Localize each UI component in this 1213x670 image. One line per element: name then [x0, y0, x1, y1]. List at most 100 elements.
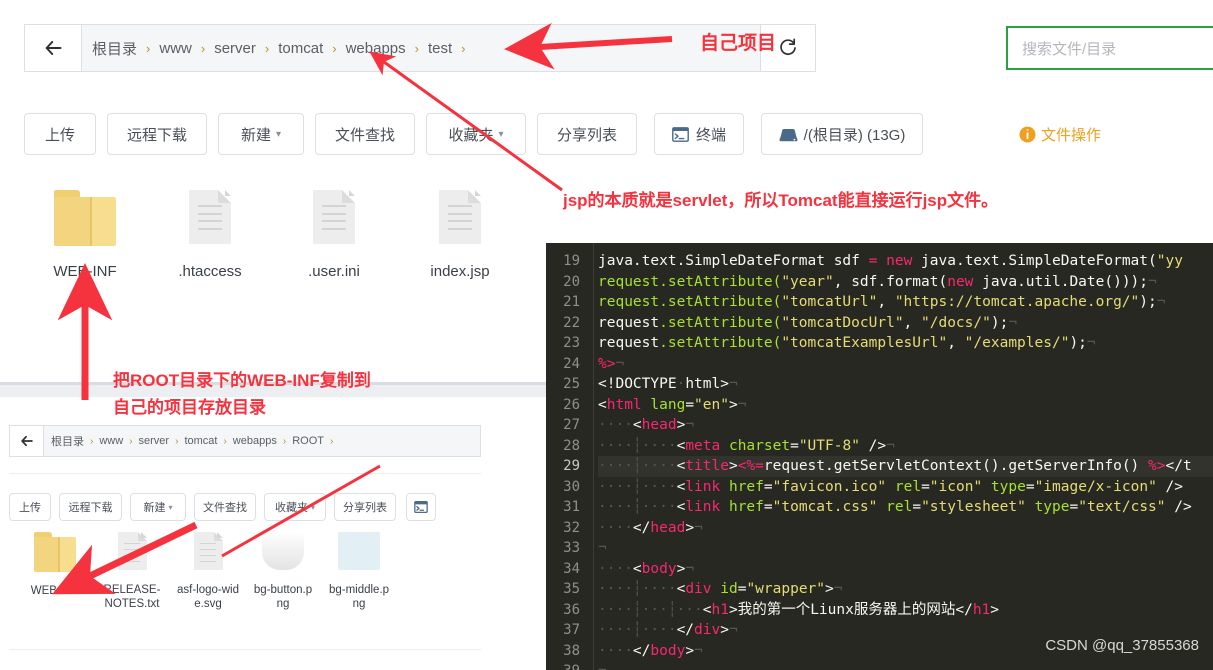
crumb-top-4[interactable]: webapps [346, 40, 406, 57]
crumb-bottom-2[interactable]: server [139, 435, 170, 447]
crumb-top-0[interactable]: 根目录 [92, 38, 137, 59]
favorites-button-bottom[interactable]: 收藏夹 ▾ [264, 493, 326, 521]
code-token: </ [632, 642, 651, 659]
code-line[interactable]: ····┆···┆···<h1>我的第一个Liunx服务器上的网站</h1> [598, 600, 1213, 621]
code-token: id [720, 581, 738, 597]
code-line[interactable]: ¬ [598, 538, 1213, 559]
file-item-release-notes[interactable]: RELEASE-NOTES.txt [100, 532, 164, 612]
search-input-top[interactable]: 搜索文件/目录 [1006, 26, 1213, 70]
share-list-button[interactable]: 分享列表 [537, 113, 637, 155]
code-line[interactable]: request.setAttribute("tomcatExamplesUrl"… [598, 333, 1213, 354]
file-item-web-inf-top[interactable]: WEB-INF [40, 190, 130, 282]
code-token: > [685, 519, 695, 536]
back-button-bottom[interactable] [10, 426, 44, 456]
code-token: request [598, 314, 660, 331]
terminal-label: 终端 [695, 126, 726, 144]
code-token: = [763, 499, 773, 515]
new-label: 新建 [240, 126, 271, 144]
code-token: body [650, 642, 686, 659]
code-token: "tomcatUrl" [781, 294, 878, 310]
code-line[interactable]: ¬ [598, 661, 1213, 670]
file-item-asf-logo[interactable]: asf-logo-wide.svg [176, 532, 240, 612]
code-token: = [1025, 478, 1035, 495]
line-number: 34 [563, 560, 580, 577]
crumb-bottom-1[interactable]: www [99, 435, 123, 447]
code-token: = [859, 253, 887, 269]
terminal-button[interactable]: 终端 [654, 113, 744, 155]
disk-root-button[interactable]: /(根目录) (13G) [761, 113, 923, 155]
upload-button-bottom[interactable]: 上传 [9, 493, 51, 521]
code-token: link [685, 499, 721, 515]
code-line[interactable]: %>¬ [598, 354, 1213, 375]
file-item-web-inf-bottom[interactable]: WEB-INF [20, 532, 90, 598]
share-list-button-bottom[interactable]: 分享列表 [334, 493, 396, 521]
code-line[interactable]: request.setAttribute("tomcatDocUrl", "/d… [598, 313, 1213, 334]
crumb-bottom-3[interactable]: tomcat [184, 435, 217, 447]
file-item-index-jsp[interactable]: index.jsp [412, 190, 508, 282]
new-button[interactable]: 新建 ▾ [218, 113, 304, 155]
code-token: <!DOCTYPE [598, 376, 677, 392]
favorites-button[interactable]: 收藏夹 ▾ [426, 113, 526, 155]
file-item-htaccess[interactable]: .htaccess [164, 190, 256, 282]
crumb-bottom-5[interactable]: ROOT [292, 435, 324, 447]
code-line[interactable]: java.text.SimpleDateFormat sdf = new jav… [598, 251, 1213, 272]
code-line[interactable]: <html lang="en">¬ [598, 395, 1213, 416]
code-line[interactable]: ····<body>¬ [598, 559, 1213, 580]
code-token: ····┆···· [598, 458, 677, 474]
code-line[interactable]: ····</head>¬ [598, 518, 1213, 539]
code-token: .setAttribute( [659, 335, 782, 351]
crumb-top-5[interactable]: test [428, 40, 452, 57]
line-number: 32 [563, 519, 580, 536]
breadcrumb-path-bottom: 根目录 › www › server › tomcat › webapps › … [44, 426, 346, 456]
line-number: 24 [563, 355, 580, 372]
back-button-top[interactable] [25, 25, 82, 71]
crumb-top-2[interactable]: server [214, 40, 256, 57]
code-token: = [1069, 499, 1079, 515]
line-number: 27 [563, 417, 580, 433]
code-line[interactable]: request.setAttribute("year", sdf.format(… [598, 272, 1213, 293]
code-token: /> [1156, 478, 1183, 495]
remote-download-button[interactable]: 远程下载 [107, 113, 207, 155]
file-item-bg-button[interactable]: bg-button.png [252, 532, 314, 612]
crumb-top-1[interactable]: www [159, 40, 192, 57]
code-token: new [886, 253, 913, 269]
code-editor[interactable]: 19 20 21 22 23 24 25 26 27 28 29 30 31 32 33 34 35 36 37 38… [546, 243, 1213, 670]
code-line[interactable]: ····┆····<link href="favicon.ico" rel="i… [598, 477, 1213, 498]
code-line[interactable]: request.setAttribute("tomcatUrl", "https… [598, 292, 1213, 313]
crumb-bottom-0[interactable]: 根目录 [51, 433, 84, 449]
upload-label: 上传 [44, 126, 75, 144]
file-item-user-ini[interactable]: .user.ini [288, 190, 380, 282]
line-number: 26 [563, 396, 580, 413]
file-item-bg-middle[interactable]: bg-middle.png [328, 532, 390, 612]
file-search-button-bottom[interactable]: 文件查找 [194, 493, 256, 521]
crumb-top-3[interactable]: tomcat [278, 40, 323, 57]
file-operations-link[interactable]: 文件操作 [1019, 124, 1101, 145]
code-token: ¬ [685, 417, 695, 433]
remote-download-button-bottom[interactable]: 远程下载 [59, 493, 122, 521]
code-line[interactable]: ····┆····<title><%=request.getServletCon… [598, 456, 1213, 477]
code-token: > [676, 417, 686, 433]
upload-button[interactable]: 上传 [24, 113, 96, 155]
code-token: 我的第一个Liunx服务器上的网站 [737, 601, 956, 618]
new-button-bottom[interactable]: 新建 ▾ [130, 493, 186, 521]
file-search-button[interactable]: 文件查找 [315, 113, 415, 155]
code-line[interactable]: ····┆····<div id="wrapper">¬ [598, 579, 1213, 600]
code-token: < [676, 458, 686, 474]
chevron-right-icon: › [264, 40, 270, 56]
code-token: < [676, 437, 686, 454]
terminal-button-bottom[interactable] [406, 493, 436, 521]
code-token: java.text.SimpleDateFormat( [912, 253, 1157, 269]
line-number: 31 [563, 499, 580, 515]
breadcrumb-path-top: 根目录 › www › server › tomcat › webapps › … [82, 25, 485, 71]
code-token: = [763, 478, 773, 495]
editor-code-area[interactable]: java.text.SimpleDateFormat sdf = new jav… [598, 251, 1213, 670]
code-line[interactable]: ····<head>¬ [598, 415, 1213, 436]
crumb-bottom-4[interactable]: webapps [233, 435, 277, 447]
code-line[interactable]: ····┆····<link href="tomcat.css" rel="st… [598, 497, 1213, 518]
code-line[interactable]: <!DOCTYPE·html>¬ [598, 374, 1213, 395]
document-icon [117, 532, 147, 570]
code-line[interactable]: ····┆····<meta charset="UTF-8" />¬ [598, 436, 1213, 457]
file-search-label: 文件查找 [334, 126, 395, 144]
